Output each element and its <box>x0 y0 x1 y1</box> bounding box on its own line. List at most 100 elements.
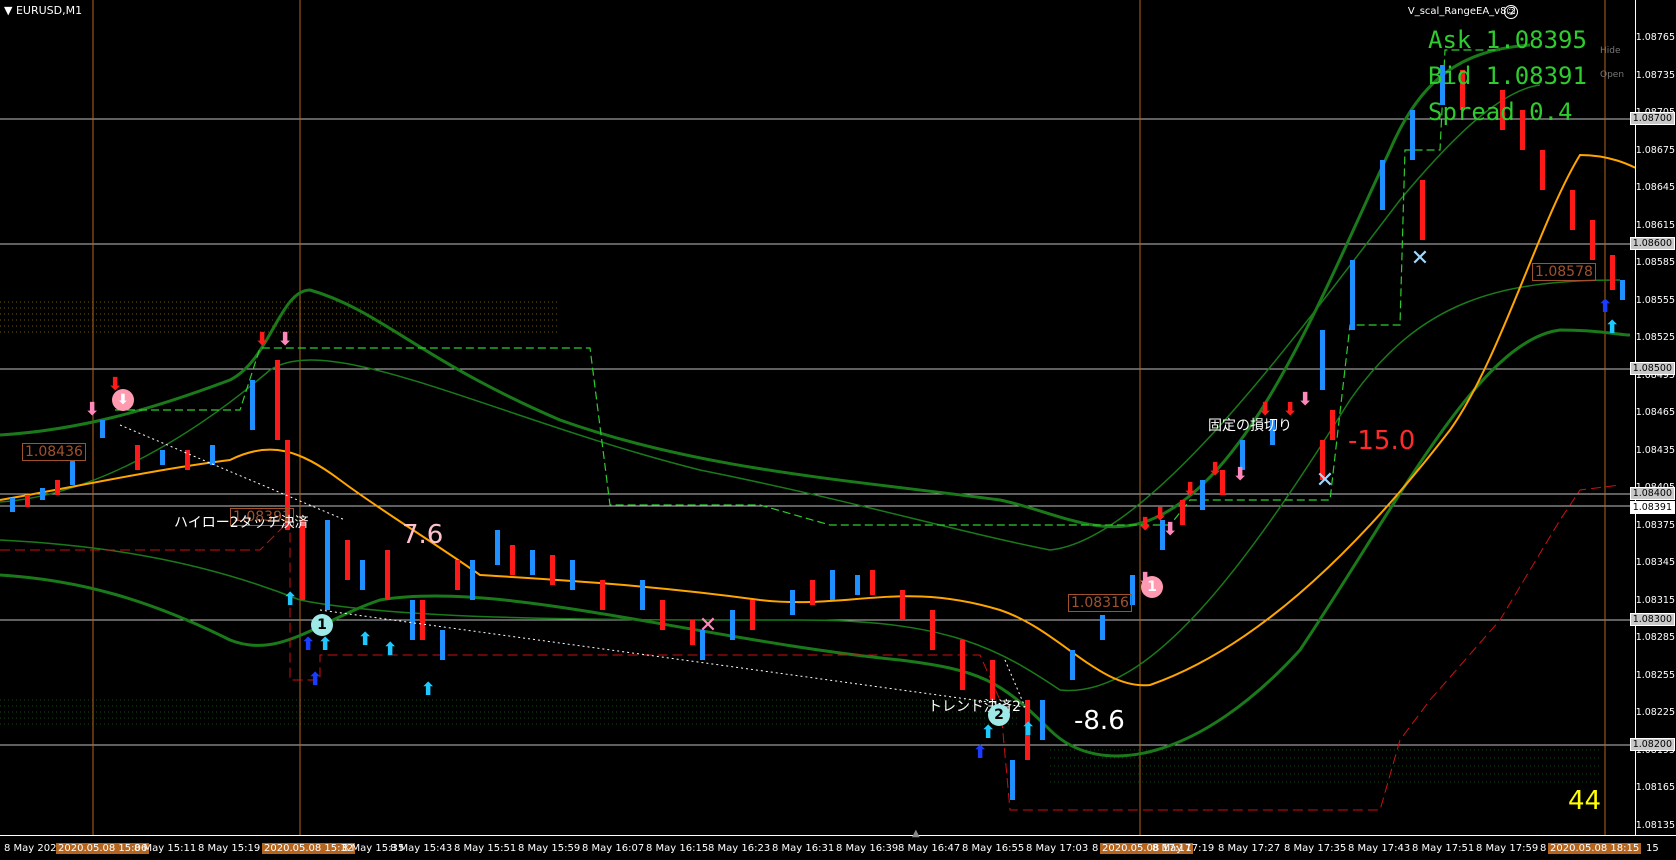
price-chart[interactable]: ⬇⬇ ⬇⬇ ⬇⬇ ⬇⬇ ⬇⬇ ⬇⬇ ⬇⬇ ⬆⬆ ⬆⬆ ⬆⬆ ⬆⬆ ⬆⬆ ⬆⬆ ✕… <box>0 0 1635 835</box>
chart-title: ▼ EURUSD,M1 <box>4 4 83 17</box>
price-tick: 1.08285 <box>1635 632 1675 643</box>
time-tick: 8 May 16:23 <box>708 843 771 854</box>
profit-label-3: -15.0 <box>1348 426 1416 456</box>
price-level-tag: 1.08300 <box>1629 613 1675 626</box>
bid-price-tag: 1.08391 <box>1629 501 1675 514</box>
session-lines <box>92 0 1606 835</box>
svg-text:⬆: ⬆ <box>382 639 397 660</box>
svg-text:⬇: ⬇ <box>84 399 99 420</box>
svg-text:⬇: ⬇ <box>1207 459 1222 480</box>
open-button[interactable]: Open <box>1600 70 1624 80</box>
svg-text:⬇: ⬇ <box>254 329 269 350</box>
price-tick: 1.08435 <box>1635 445 1675 456</box>
price-level-tag: 1.08700 <box>1629 112 1675 125</box>
time-tick: 8 May 17:19 <box>1152 843 1215 854</box>
time-tick: 8 May 17:35 <box>1284 843 1347 854</box>
order-badge-1: 1 <box>311 614 333 636</box>
time-tick: 8 May 15:11 <box>134 843 197 854</box>
svg-text:⬇: ⬇ <box>1232 464 1247 485</box>
svg-text:⬆: ⬆ <box>317 634 332 655</box>
svg-text:⬆: ⬆ <box>1597 296 1612 317</box>
svg-text:✕: ✕ <box>1411 246 1429 271</box>
time-tick: 8 May 15:51 <box>454 843 517 854</box>
scroll-marker-icon[interactable]: ▲ <box>912 828 920 839</box>
svg-text:⬆: ⬆ <box>420 679 435 700</box>
price-tick: 1.08735 <box>1635 70 1675 81</box>
order-badge-3: 1 <box>1141 576 1163 598</box>
range-zone-lower <box>0 699 1600 783</box>
price-tick: 1.08315 <box>1635 595 1675 606</box>
price-box-low: 1.08316 <box>1068 594 1132 612</box>
svg-text:⬆: ⬆ <box>300 634 315 655</box>
time-tick: 8 May 15:59 <box>518 843 581 854</box>
hide-button[interactable]: Hide <box>1600 46 1621 56</box>
moving-average-line <box>0 153 1635 687</box>
price-tick: 1.08765 <box>1635 32 1675 43</box>
price-tick: 1.08615 <box>1635 220 1675 231</box>
mt4-chart-window[interactable]: ⬇⬇ ⬇⬇ ⬇⬇ ⬇⬇ ⬇⬇ ⬇⬇ ⬇⬇ ⬆⬆ ⬆⬆ ⬆⬆ ⬆⬆ ⬆⬆ ⬆⬆ ✕… <box>0 0 1676 860</box>
fixed-stop-label: 固定の損切り <box>1208 418 1292 434</box>
price-tick: 1.08255 <box>1635 670 1675 681</box>
bar-counter: 44 <box>1568 786 1602 816</box>
ask-label: Ask 1.08395 <box>1428 26 1587 54</box>
bid-label: Bid 1.08391 <box>1428 62 1587 90</box>
price-tick: 1.08555 <box>1635 295 1675 306</box>
time-tick: 8 May 16:07 <box>582 843 645 854</box>
svg-text:⬇: ⬇ <box>1182 479 1197 500</box>
time-tick: 8 <box>1540 843 1547 854</box>
time-tick: 8 May 17:27 <box>1218 843 1281 854</box>
time-tick: 8 May 17:51 <box>1412 843 1475 854</box>
price-tick: 1.08645 <box>1635 182 1675 193</box>
bollinger-bands <box>0 43 1631 758</box>
svg-text:✕: ✕ <box>1316 468 1334 493</box>
time-tick: 8 May 17:03 <box>1026 843 1089 854</box>
entry-badge-sell: ⬇ <box>112 389 134 411</box>
profit-label-2: -8.6 <box>1074 706 1125 736</box>
price-tick: 1.08135 <box>1635 820 1675 831</box>
svg-text:⬇: ⬇ <box>1297 389 1312 410</box>
time-tick: 8 May 16:55 <box>962 843 1025 854</box>
time-tick: 8 <box>1092 843 1099 854</box>
time-tick: 8 May 16:47 <box>898 843 961 854</box>
sell-arrows: ⬇⬇ ⬇⬇ ⬇⬇ ⬇⬇ ⬇⬇ ⬇⬇ ⬇⬇ <box>84 329 1312 590</box>
menu-triangle-icon[interactable]: ▼ <box>4 4 16 17</box>
time-tick: 8 May 15:19 <box>198 843 261 854</box>
svg-text:✕: ✕ <box>699 613 717 638</box>
svg-text:⬆: ⬆ <box>1020 719 1035 740</box>
time-tick: 8 May 17:43 <box>1348 843 1411 854</box>
time-tick: 8 May 16:15 <box>646 843 709 854</box>
svg-text:⬆: ⬆ <box>972 742 987 763</box>
price-tick: 1.08165 <box>1635 782 1675 793</box>
profit-label-1: 7.6 <box>402 520 444 550</box>
svg-text:⬇: ⬇ <box>277 329 292 350</box>
price-tick: 1.08225 <box>1635 707 1675 718</box>
time-tick: 8 May 16:31 <box>772 843 835 854</box>
svg-text:⬆: ⬆ <box>1604 317 1619 338</box>
price-level-tag: 1.08600 <box>1629 237 1675 250</box>
price-tick: 1.08465 <box>1635 407 1675 418</box>
svg-text:⬇: ⬇ <box>1162 519 1177 540</box>
price-level-tag: 1.08200 <box>1629 738 1675 751</box>
order-badge-2: 2 <box>988 704 1010 726</box>
time-tick: 8 May 2020 <box>4 843 63 854</box>
time-tick: 8 May 16:39 <box>836 843 899 854</box>
price-tick: 1.08585 <box>1635 257 1675 268</box>
highlow-settle-label: ハイロー2タッチ決済 <box>174 515 309 531</box>
spread-label: Spread 0.4 <box>1428 98 1573 126</box>
svg-text:⬇: ⬇ <box>1137 514 1152 535</box>
price-axis[interactable]: 1.08765 1.08735 1.08705 1.08675 1.08645 … <box>1629 0 1676 835</box>
buy-arrows: ⬆⬆ ⬆⬆ ⬆ ⬆ ⬆⬆ ⬆ ⬆ ⬆⬆ <box>282 296 1619 763</box>
time-tick: 8 May 15:43 <box>390 843 453 854</box>
price-level-tag: 1.08400 <box>1629 487 1675 500</box>
svg-text:⬆: ⬆ <box>357 629 372 650</box>
price-level-tag: 1.08500 <box>1629 362 1675 375</box>
svg-text:⬆: ⬆ <box>307 669 322 690</box>
ea-smiley-icon[interactable]: ☺ <box>1504 5 1518 19</box>
price-box-left: 1.08436 <box>22 443 86 461</box>
price-tick: 1.08375 <box>1635 520 1675 531</box>
time-tick: 15 <box>1646 843 1659 854</box>
price-tick: 1.08345 <box>1635 557 1675 568</box>
time-tick: 8 May 17:59 <box>1476 843 1539 854</box>
time-marker: 2020.05.08 18:15 <box>1548 843 1642 854</box>
price-tick: 1.08675 <box>1635 145 1675 156</box>
